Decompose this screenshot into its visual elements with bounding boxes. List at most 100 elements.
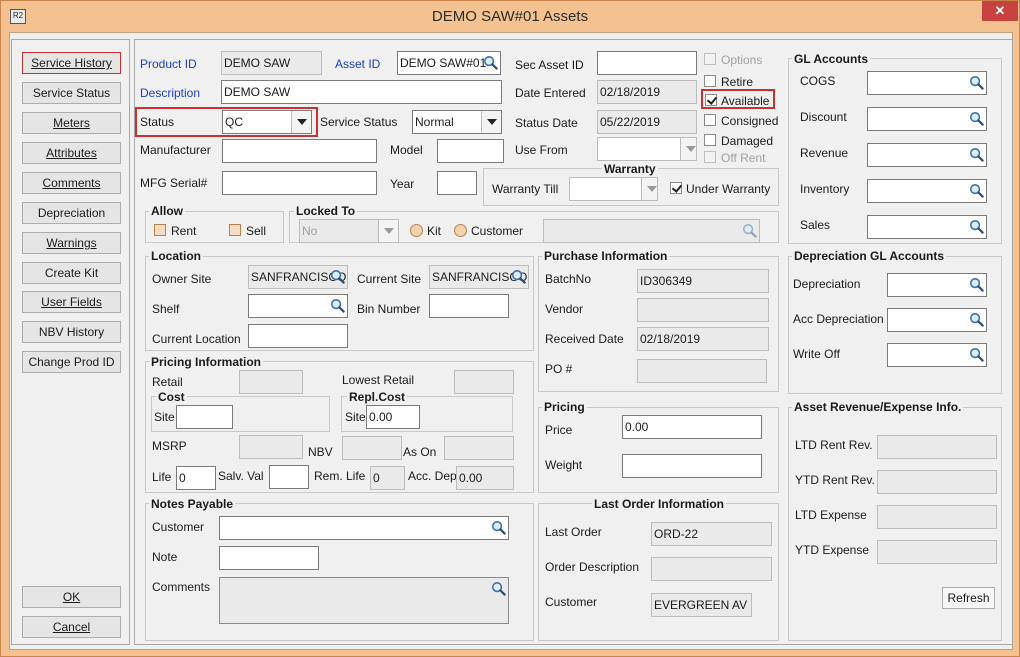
nbv-history-button[interactable]: NBV History — [22, 321, 121, 343]
off-rent-checkbox[interactable] — [704, 151, 716, 163]
msrp-field[interactable] — [239, 435, 303, 459]
ltd-expense-field[interactable] — [877, 505, 997, 529]
search-icon[interactable] — [969, 75, 984, 90]
chevron-down-icon[interactable] — [378, 220, 398, 242]
locked-to-dropdown[interactable]: No — [299, 219, 399, 243]
model-field[interactable] — [437, 139, 504, 163]
lowest-retail-field[interactable] — [454, 370, 514, 394]
weight-field[interactable] — [622, 454, 762, 478]
date-entered-field[interactable]: 02/18/2019 — [597, 80, 697, 104]
vendor-field[interactable] — [637, 298, 769, 322]
service-status-button[interactable]: Service Status — [22, 82, 121, 104]
write-off-field[interactable] — [887, 343, 987, 367]
retire-checkbox[interactable] — [704, 75, 716, 87]
options-checkbox[interactable] — [704, 53, 716, 65]
manufacturer-field[interactable] — [222, 139, 377, 163]
retail-field[interactable] — [239, 370, 303, 394]
warnings-button[interactable]: Warnings — [22, 232, 121, 254]
bin-number-field[interactable] — [429, 294, 509, 318]
status-date-field[interactable]: 05/22/2019 — [597, 110, 697, 134]
as-on-field[interactable] — [444, 436, 514, 460]
search-icon[interactable] — [969, 312, 984, 327]
rem-life-field[interactable]: 0 — [370, 466, 405, 490]
chevron-down-icon[interactable] — [481, 111, 501, 133]
search-icon[interactable] — [483, 55, 498, 70]
attributes-button[interactable]: Attributes — [22, 142, 121, 164]
chevron-down-icon[interactable] — [680, 138, 696, 160]
available-checkbox[interactable] — [705, 94, 717, 106]
service-history-button[interactable]: Service History — [22, 52, 121, 74]
last-order-field[interactable]: ORD-22 — [651, 522, 772, 546]
po-field[interactable] — [637, 359, 767, 383]
np-customer-field[interactable] — [219, 516, 509, 540]
refresh-button[interactable]: Refresh — [942, 587, 995, 609]
meters-button[interactable]: Meters — [22, 112, 121, 134]
ytd-rent-rev-field[interactable] — [877, 470, 997, 494]
repl-site-field[interactable]: 0.00 — [366, 405, 420, 429]
search-icon[interactable] — [969, 347, 984, 362]
comments-button[interactable]: Comments — [22, 172, 121, 194]
locked-customer-field[interactable] — [543, 219, 760, 243]
damaged-checkbox[interactable] — [704, 134, 716, 146]
search-icon[interactable] — [969, 219, 984, 234]
acc-dep-field[interactable]: 0.00 — [456, 466, 514, 490]
acc-depreciation-field[interactable] — [887, 308, 987, 332]
search-icon[interactable] — [330, 298, 345, 313]
customer-radio[interactable] — [454, 224, 467, 237]
dep-gl-depreciation-field[interactable] — [887, 273, 987, 297]
ltd-rent-rev-field[interactable] — [877, 435, 997, 459]
mfg-serial-field[interactable] — [222, 171, 377, 195]
sales-field[interactable] — [867, 215, 987, 239]
ytd-expense-field[interactable] — [877, 540, 997, 564]
ok-button[interactable]: OK — [22, 586, 121, 608]
user-fields-button[interactable]: User Fields — [22, 291, 121, 313]
change-prod-id-button[interactable]: Change Prod ID — [22, 351, 121, 373]
note-field[interactable] — [219, 546, 319, 570]
search-icon[interactable] — [969, 183, 984, 198]
shelf-field[interactable] — [248, 294, 348, 318]
asset-id-field[interactable]: DEMO SAW#01 — [397, 51, 501, 75]
revenue-field[interactable] — [867, 143, 987, 167]
cancel-button[interactable]: Cancel — [22, 616, 121, 638]
close-button[interactable]: ✕ — [982, 1, 1018, 21]
depreciation-button[interactable]: Depreciation — [22, 202, 121, 224]
sell-checkbox[interactable] — [229, 224, 241, 236]
price-field[interactable]: 0.00 — [622, 415, 762, 439]
warranty-till-dropdown[interactable] — [569, 177, 658, 201]
order-description-field[interactable] — [651, 557, 772, 581]
status-dropdown[interactable]: QC — [222, 110, 312, 134]
owner-site-field[interactable]: SANFRANCISCO — [248, 265, 348, 289]
chevron-down-icon[interactable] — [641, 178, 657, 200]
search-icon[interactable] — [330, 269, 345, 284]
np-comments-field[interactable] — [219, 577, 509, 624]
current-site-field[interactable]: SANFRANCISCO — [429, 265, 529, 289]
cogs-field[interactable] — [867, 71, 987, 95]
product-id-field[interactable]: DEMO SAW — [221, 51, 322, 75]
under-warranty-checkbox[interactable] — [670, 182, 682, 194]
received-date-field[interactable]: 02/18/2019 — [637, 327, 769, 351]
salv-val-field[interactable] — [269, 465, 309, 489]
search-icon[interactable] — [511, 269, 526, 284]
search-icon[interactable] — [969, 277, 984, 292]
discount-field[interactable] — [867, 107, 987, 131]
search-icon[interactable] — [969, 111, 984, 126]
description-field[interactable]: DEMO SAW — [221, 80, 502, 104]
cost-site-field[interactable] — [176, 405, 233, 429]
search-icon[interactable] — [969, 147, 984, 162]
kit-radio[interactable] — [410, 224, 423, 237]
search-icon[interactable] — [491, 581, 506, 596]
search-icon[interactable] — [491, 520, 506, 535]
inventory-field[interactable] — [867, 179, 987, 203]
nbv-field[interactable] — [342, 436, 402, 460]
year-field[interactable] — [437, 171, 477, 195]
chevron-down-icon[interactable] — [291, 111, 311, 133]
create-kit-button[interactable]: Create Kit — [22, 262, 121, 284]
rent-checkbox[interactable] — [154, 224, 166, 236]
current-location-field[interactable] — [248, 324, 348, 348]
service-status-dropdown[interactable]: Normal — [412, 110, 502, 134]
search-icon[interactable] — [742, 223, 757, 238]
batch-no-field[interactable]: ID306349 — [637, 269, 769, 293]
life-field[interactable]: 0 — [176, 466, 216, 490]
consigned-checkbox[interactable] — [704, 114, 716, 126]
use-from-dropdown[interactable] — [597, 137, 697, 161]
